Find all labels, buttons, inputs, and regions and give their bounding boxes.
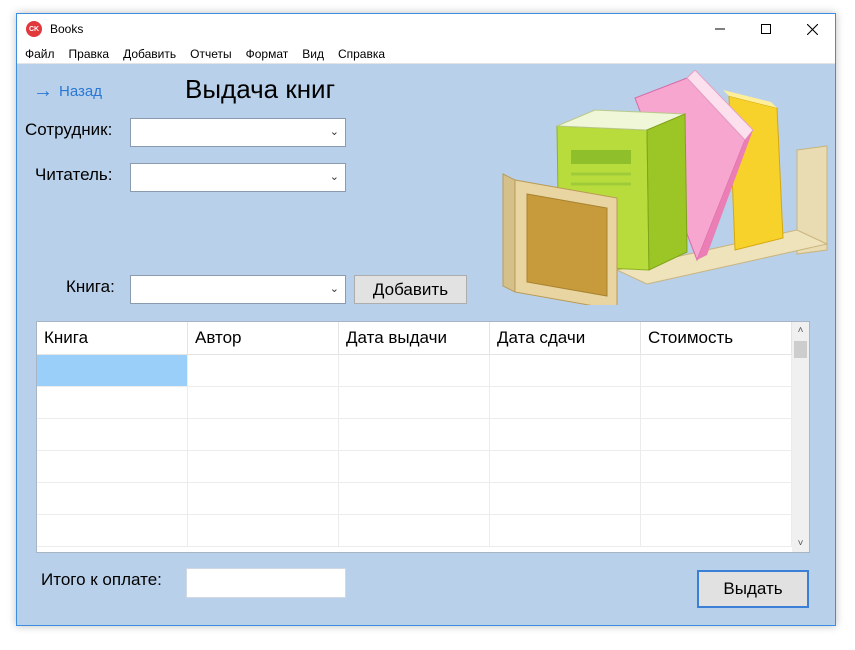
chevron-down-icon: ⌄ xyxy=(329,171,339,183)
column-header-cost[interactable]: Стоимость xyxy=(641,322,792,354)
minimize-button[interactable] xyxy=(697,14,743,44)
window-title: Books xyxy=(50,22,84,36)
books-illustration xyxy=(502,70,829,305)
scroll-down-icon[interactable]: ˅ xyxy=(792,535,809,552)
employee-select[interactable]: ⌄ xyxy=(130,118,346,147)
menu-bar: Файл Правка Добавить Отчеты Формат Вид С… xyxy=(17,44,835,64)
table-cell[interactable] xyxy=(188,387,339,418)
table-cell[interactable] xyxy=(188,419,339,450)
table-cell[interactable] xyxy=(339,515,490,546)
book-select[interactable]: ⌄ xyxy=(130,275,346,304)
close-icon xyxy=(806,23,818,35)
arrow-right-icon: → xyxy=(33,80,53,102)
maximize-button[interactable] xyxy=(743,14,789,44)
title-bar[interactable]: CK Books xyxy=(17,14,835,44)
table-cell[interactable] xyxy=(188,355,339,386)
total-field[interactable] xyxy=(186,568,346,598)
table-cell[interactable] xyxy=(641,419,792,450)
reader-select[interactable]: ⌄ xyxy=(130,163,346,192)
app-icon: CK xyxy=(26,21,42,37)
total-label: Итого к оплате: xyxy=(41,570,162,589)
table-row[interactable] xyxy=(37,387,809,419)
table-cell[interactable] xyxy=(641,483,792,514)
close-button[interactable] xyxy=(789,14,835,44)
table-header: Книга Автор Дата выдачи Дата сдачи Стоим… xyxy=(37,322,809,355)
menu-edit[interactable]: Правка xyxy=(62,44,117,64)
table-cell[interactable] xyxy=(37,451,188,482)
menu-help[interactable]: Справка xyxy=(331,44,392,64)
table-row[interactable] xyxy=(37,355,809,387)
table-cell[interactable] xyxy=(490,355,641,386)
table-cell[interactable] xyxy=(188,451,339,482)
menu-view[interactable]: Вид xyxy=(295,44,331,64)
menu-file[interactable]: Файл xyxy=(17,44,62,64)
window-controls xyxy=(697,14,835,44)
table-cell[interactable] xyxy=(339,419,490,450)
add-book-button[interactable]: Добавить xyxy=(354,275,467,304)
books-table[interactable]: Книга Автор Дата выдачи Дата сдачи Стоим… xyxy=(36,321,810,553)
menu-add[interactable]: Добавить xyxy=(116,44,183,64)
main-window: CK Books Файл Правка Добавить Отчеты Фор… xyxy=(16,13,836,626)
table-cell[interactable] xyxy=(37,515,188,546)
table-cell[interactable] xyxy=(490,419,641,450)
table-cell[interactable] xyxy=(641,355,792,386)
table-cell[interactable] xyxy=(641,387,792,418)
column-header-book[interactable]: Книга xyxy=(37,322,188,354)
table-row[interactable] xyxy=(37,419,809,451)
table-cell[interactable] xyxy=(339,387,490,418)
table-row[interactable] xyxy=(37,515,809,547)
column-header-author[interactable]: Автор xyxy=(188,322,339,354)
back-link[interactable]: → Назад xyxy=(33,80,102,102)
column-header-return-date[interactable]: Дата сдачи xyxy=(490,322,641,354)
table-cell[interactable] xyxy=(37,387,188,418)
table-cell[interactable] xyxy=(641,515,792,546)
table-row[interactable] xyxy=(37,483,809,515)
page-title: Выдача книг xyxy=(185,74,336,104)
scroll-thumb[interactable] xyxy=(794,341,807,358)
table-cell[interactable] xyxy=(188,515,339,546)
issue-button[interactable]: Выдать xyxy=(697,570,809,608)
table-cell[interactable] xyxy=(37,483,188,514)
back-link-label: Назад xyxy=(59,82,102,100)
table-cell[interactable] xyxy=(188,483,339,514)
table-cell[interactable] xyxy=(339,355,490,386)
table-cell[interactable] xyxy=(490,451,641,482)
reader-label: Читатель: xyxy=(35,165,113,184)
table-cell[interactable] xyxy=(490,515,641,546)
vertical-scrollbar[interactable]: ˄ ˅ xyxy=(792,322,809,552)
employee-label: Сотрудник: xyxy=(25,120,113,139)
table-cell[interactable] xyxy=(641,451,792,482)
menu-format[interactable]: Формат xyxy=(239,44,296,64)
chevron-down-icon: ⌄ xyxy=(329,126,339,138)
table-cell[interactable] xyxy=(37,355,188,386)
chevron-down-icon: ⌄ xyxy=(329,283,339,295)
table-cell[interactable] xyxy=(339,451,490,482)
table-cell[interactable] xyxy=(37,419,188,450)
table-cell[interactable] xyxy=(339,483,490,514)
minimize-icon xyxy=(715,28,725,30)
table-row[interactable] xyxy=(37,451,809,483)
column-header-issue-date[interactable]: Дата выдачи xyxy=(339,322,490,354)
book-label: Книга: xyxy=(66,277,115,296)
scroll-up-icon[interactable]: ˄ xyxy=(792,322,809,339)
table-cell[interactable] xyxy=(490,387,641,418)
maximize-icon xyxy=(761,24,771,34)
menu-reports[interactable]: Отчеты xyxy=(183,44,238,64)
table-cell[interactable] xyxy=(490,483,641,514)
